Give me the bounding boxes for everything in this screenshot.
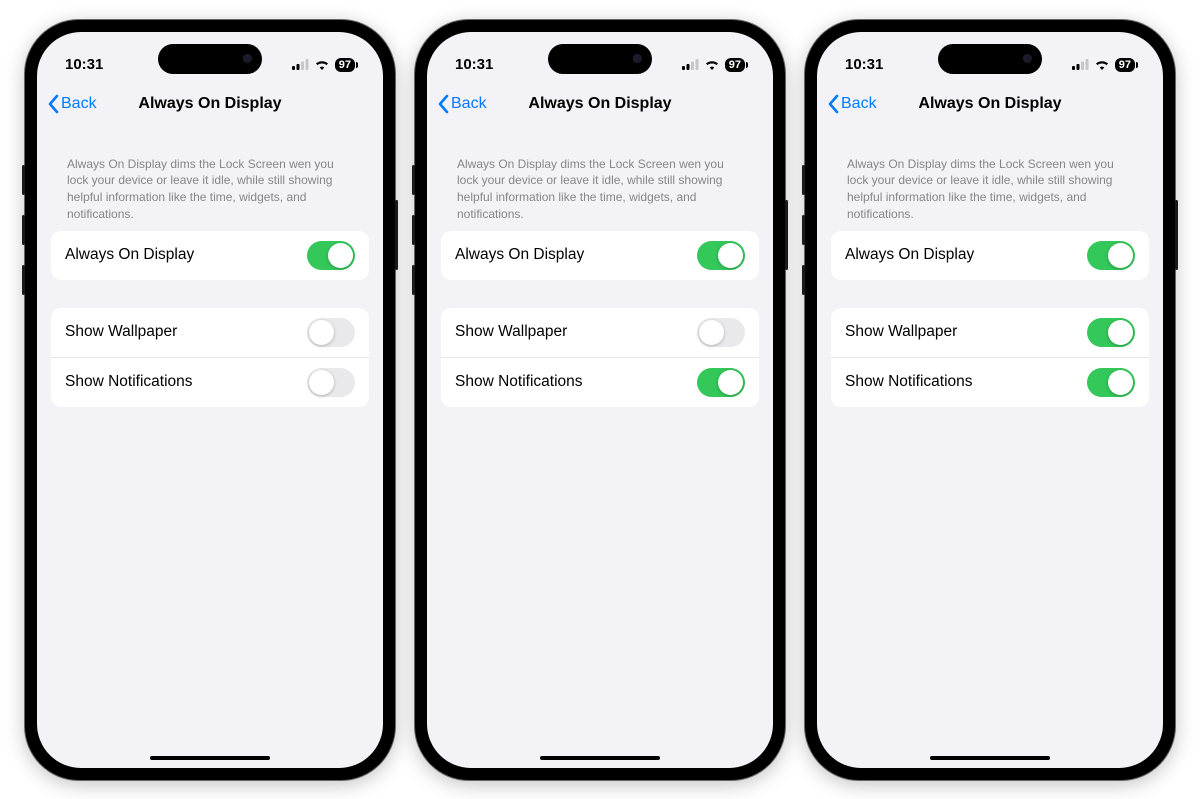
dynamic-island — [938, 44, 1042, 74]
row-label: Always On Display — [455, 246, 584, 264]
phone-frame: 10:31 97 Back Always On Display Always O… — [805, 20, 1175, 780]
phone-frame: 10:31 97 Back Always On Display Always O… — [25, 20, 395, 780]
row-always-on: Always On Display — [441, 231, 759, 280]
row-label: Show Notifications — [65, 373, 193, 391]
wifi-icon — [1094, 59, 1110, 70]
status-time: 10:31 — [65, 56, 103, 73]
wifi-icon — [314, 59, 330, 70]
back-label: Back — [841, 95, 877, 113]
screen: 10:31 97 Back Always On Display Always O… — [427, 32, 773, 768]
toggle-always-on[interactable] — [697, 241, 745, 270]
cellular-icon — [1072, 59, 1089, 70]
row-show-wallpaper: Show Wallpaper — [441, 308, 759, 357]
back-button[interactable]: Back — [827, 94, 877, 114]
screen: 10:31 97 Back Always On Display Always O… — [817, 32, 1163, 768]
nav-bar: Back Always On Display — [427, 82, 773, 126]
back-button[interactable]: Back — [47, 94, 97, 114]
row-show-notifications: Show Notifications — [441, 357, 759, 407]
row-label: Show Wallpaper — [65, 323, 177, 341]
home-indicator[interactable] — [540, 756, 660, 760]
toggle-show-wallpaper[interactable] — [307, 318, 355, 347]
battery-icon: 97 — [1115, 58, 1135, 72]
toggle-show-notifications[interactable] — [307, 368, 355, 397]
row-show-wallpaper: Show Wallpaper — [51, 308, 369, 357]
row-label: Always On Display — [65, 246, 194, 264]
toggle-show-notifications[interactable] — [1087, 368, 1135, 397]
nav-bar: Back Always On Display — [817, 82, 1163, 126]
row-label: Show Notifications — [845, 373, 973, 391]
row-always-on: Always On Display — [831, 231, 1149, 280]
cellular-icon — [682, 59, 699, 70]
settings-group-main: Always On Display — [831, 231, 1149, 280]
settings-group-main: Always On Display — [441, 231, 759, 280]
row-always-on: Always On Display — [51, 231, 369, 280]
row-label: Show Notifications — [455, 373, 583, 391]
description-text: Always On Display dims the Lock Screen w… — [831, 126, 1149, 231]
dynamic-island — [548, 44, 652, 74]
settings-group-options: Show Wallpaper Show Notifications — [831, 308, 1149, 407]
status-time: 10:31 — [455, 56, 493, 73]
settings-group-options: Show Wallpaper Show Notifications — [441, 308, 759, 407]
toggle-show-wallpaper[interactable] — [1087, 318, 1135, 347]
description-text: Always On Display dims the Lock Screen w… — [441, 126, 759, 231]
row-label: Always On Display — [845, 246, 974, 264]
toggle-show-notifications[interactable] — [697, 368, 745, 397]
nav-bar: Back Always On Display — [37, 82, 383, 126]
home-indicator[interactable] — [150, 756, 270, 760]
back-label: Back — [451, 95, 487, 113]
battery-icon: 97 — [725, 58, 745, 72]
row-show-notifications: Show Notifications — [831, 357, 1149, 407]
chevron-left-icon — [47, 94, 59, 114]
phone-frame: 10:31 97 Back Always On Display Always O… — [415, 20, 785, 780]
settings-group-options: Show Wallpaper Show Notifications — [51, 308, 369, 407]
toggle-show-wallpaper[interactable] — [697, 318, 745, 347]
home-indicator[interactable] — [930, 756, 1050, 760]
battery-icon: 97 — [335, 58, 355, 72]
status-time: 10:31 — [845, 56, 883, 73]
row-label: Show Wallpaper — [845, 323, 957, 341]
settings-group-main: Always On Display — [51, 231, 369, 280]
back-button[interactable]: Back — [437, 94, 487, 114]
description-text: Always On Display dims the Lock Screen w… — [51, 126, 369, 231]
toggle-always-on[interactable] — [307, 241, 355, 270]
screen: 10:31 97 Back Always On Display Always O… — [37, 32, 383, 768]
row-label: Show Wallpaper — [455, 323, 567, 341]
chevron-left-icon — [827, 94, 839, 114]
back-label: Back — [61, 95, 97, 113]
row-show-wallpaper: Show Wallpaper — [831, 308, 1149, 357]
chevron-left-icon — [437, 94, 449, 114]
wifi-icon — [704, 59, 720, 70]
toggle-always-on[interactable] — [1087, 241, 1135, 270]
cellular-icon — [292, 59, 309, 70]
dynamic-island — [158, 44, 262, 74]
row-show-notifications: Show Notifications — [51, 357, 369, 407]
